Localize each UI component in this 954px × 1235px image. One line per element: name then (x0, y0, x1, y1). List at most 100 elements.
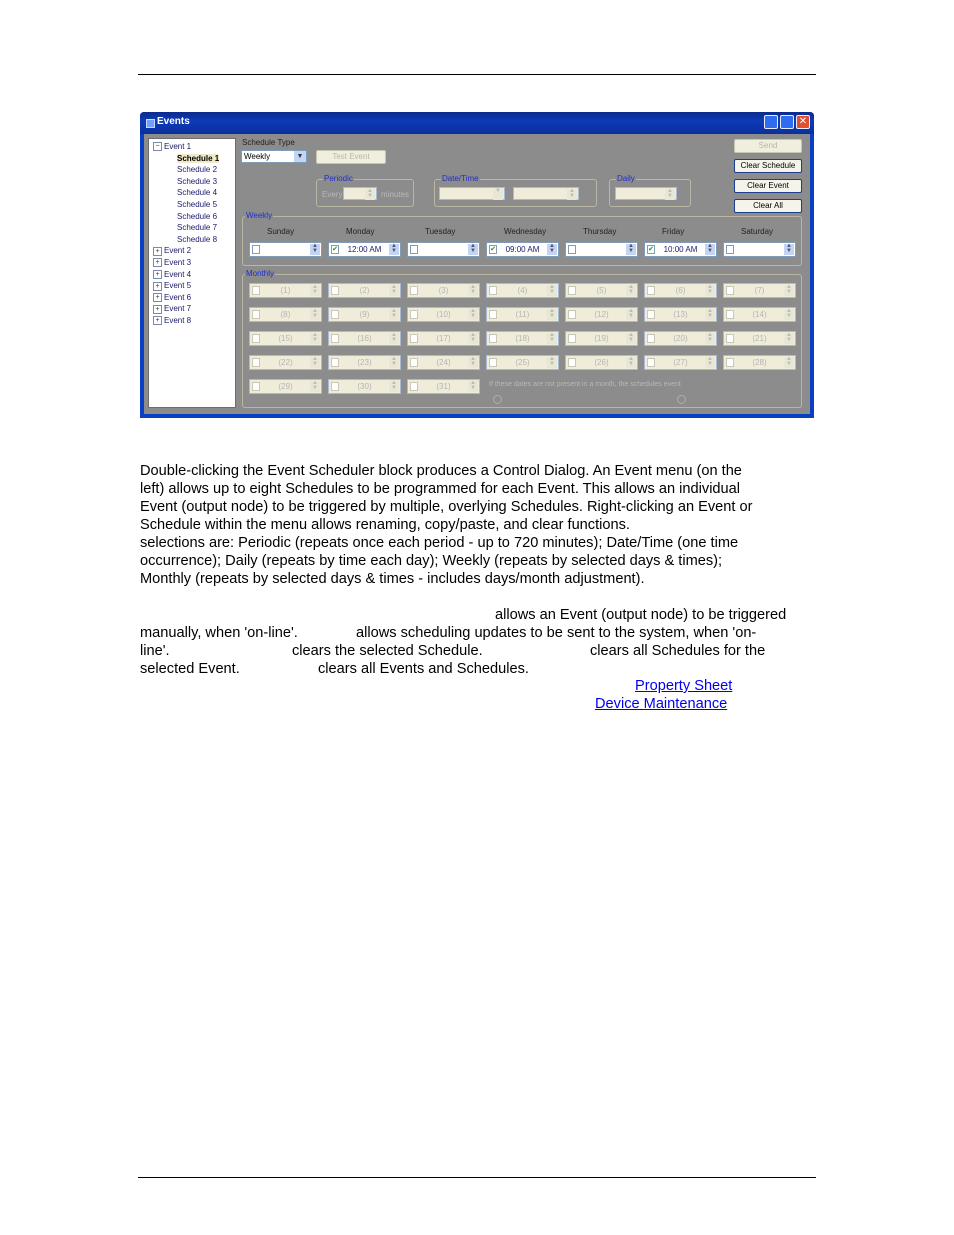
spinner-icon[interactable]: ▲ ▼ (389, 356, 399, 368)
spinner-icon[interactable]: ▲ ▼ (626, 308, 636, 320)
monthly-day-input[interactable]: (29) ▲ ▼ (249, 379, 322, 394)
spinner-icon[interactable]: ▲ ▼ (389, 243, 399, 255)
tree-event-item[interactable]: − Event 1 (153, 142, 191, 152)
monthly-day-checkbox[interactable] (331, 382, 339, 391)
tree-event-item[interactable]: + Event 2 (153, 246, 191, 256)
tree-schedule-item[interactable]: Schedule 6 (177, 212, 217, 221)
monthly-day-input[interactable]: (8) ▲ ▼ (249, 307, 322, 322)
spinner-icon[interactable]: ▲ ▼ (310, 243, 320, 255)
tree-schedule-item[interactable]: Schedule 7 (177, 223, 217, 232)
weekday-time-input[interactable]: ✔ 09:00 AM ▲ ▼ (486, 242, 559, 257)
monthly-day-checkbox[interactable] (489, 334, 497, 343)
monthly-day-checkbox[interactable] (331, 358, 339, 367)
tree-schedule-item[interactable]: Schedule 3 (177, 177, 217, 186)
spinner-icon[interactable]: ▲ ▼ (626, 356, 636, 368)
monthly-day-checkbox[interactable] (331, 286, 339, 295)
monthly-day-input[interactable]: (22) ▲ ▼ (249, 355, 322, 370)
monthly-day-input[interactable]: (3) ▲ ▼ (407, 283, 480, 298)
monthly-day-checkbox[interactable] (726, 358, 734, 367)
maximize-button[interactable] (780, 115, 794, 129)
spinner-icon[interactable]: ▲ ▼ (784, 332, 794, 344)
monthly-day-checkbox[interactable] (726, 286, 734, 295)
spinner-icon[interactable]: ▲ ▼ (310, 284, 320, 296)
monthly-day-checkbox[interactable] (410, 358, 418, 367)
monthly-option-radio-2[interactable] (677, 395, 686, 404)
weekday-checkbox[interactable]: ✔ (489, 245, 497, 254)
expand-icon[interactable]: + (153, 304, 162, 314)
monthly-day-input[interactable]: (23) ▲ ▼ (328, 355, 401, 370)
spinner-icon[interactable]: ▲ ▼ (310, 356, 320, 368)
spinner-icon[interactable]: ▲ ▼ (468, 308, 478, 320)
monthly-day-input[interactable]: (27) ▲ ▼ (644, 355, 717, 370)
spinner-icon[interactable]: ▲ ▼ (310, 380, 320, 392)
tree-event-item[interactable]: + Event 6 (153, 293, 191, 303)
weekday-time-input[interactable]: ▲ ▼ (565, 242, 638, 257)
monthly-day-checkbox[interactable] (410, 382, 418, 391)
spinner-icon[interactable]: ▲ ▼ (547, 243, 557, 255)
spinner-icon[interactable]: ▲ ▼ (784, 284, 794, 296)
monthly-day-input[interactable]: (24) ▲ ▼ (407, 355, 480, 370)
minimize-button[interactable] (764, 115, 778, 129)
spinner-icon[interactable]: ▲ ▼ (547, 284, 557, 296)
tree-event-item[interactable]: + Event 7 (153, 304, 191, 314)
monthly-day-input[interactable]: (9) ▲ ▼ (328, 307, 401, 322)
monthly-day-input[interactable]: (18) ▲ ▼ (486, 331, 559, 346)
monthly-day-checkbox[interactable] (410, 310, 418, 319)
monthly-day-input[interactable]: (28) ▲ ▼ (723, 355, 796, 370)
time-input[interactable]: ▲ ▼ (513, 187, 579, 200)
weekday-checkbox[interactable]: ✔ (647, 245, 655, 254)
spinner-icon[interactable]: ▲ ▼ (310, 332, 320, 344)
periodic-minutes-input[interactable]: ▲ ▼ (343, 187, 377, 200)
monthly-day-input[interactable]: (7) ▲ ▼ (723, 283, 796, 298)
expand-icon[interactable]: + (153, 316, 162, 326)
tree-schedule-item[interactable]: Schedule 2 (177, 165, 217, 174)
spinner-icon[interactable]: ▲ ▼ (547, 332, 557, 344)
spinner-icon[interactable]: ▲ ▼ (626, 332, 636, 344)
expand-icon[interactable]: + (153, 246, 162, 256)
weekday-checkbox[interactable]: ✔ (331, 245, 339, 254)
device-maintenance-link[interactable]: Device Maintenance (595, 696, 727, 712)
tree-event-item[interactable]: + Event 8 (153, 316, 191, 326)
monthly-day-checkbox[interactable] (568, 286, 576, 295)
monthly-day-checkbox[interactable] (568, 310, 576, 319)
weekday-checkbox[interactable] (568, 245, 576, 254)
spinner-icon[interactable]: ▲ ▼ (626, 243, 636, 255)
monthly-day-checkbox[interactable] (647, 310, 655, 319)
monthly-day-checkbox[interactable] (331, 334, 339, 343)
clear-all-button[interactable]: Clear All (734, 199, 802, 213)
expand-icon[interactable]: + (153, 258, 162, 268)
monthly-day-checkbox[interactable] (252, 286, 260, 295)
spinner-icon[interactable]: ▲ ▼ (705, 243, 715, 255)
monthly-day-input[interactable]: (11) ▲ ▼ (486, 307, 559, 322)
weekday-time-input[interactable]: ▲ ▼ (407, 242, 480, 257)
spinner-icon[interactable]: ▲ ▼ (705, 332, 715, 344)
spinner-icon[interactable]: ▲ ▼ (705, 308, 715, 320)
weekday-time-input[interactable]: ✔ 12:00 AM ▲ ▼ (328, 242, 401, 257)
monthly-day-input[interactable]: (5) ▲ ▼ (565, 283, 638, 298)
tree-schedule-item[interactable]: Schedule 4 (177, 188, 217, 197)
spinner-icon[interactable]: ▲ ▼ (389, 284, 399, 296)
monthly-day-input[interactable]: (14) ▲ ▼ (723, 307, 796, 322)
weekday-checkbox[interactable] (410, 245, 418, 254)
weekday-checkbox[interactable] (726, 245, 734, 254)
monthly-day-input[interactable]: (26) ▲ ▼ (565, 355, 638, 370)
tree-schedule-item[interactable]: Schedule 1 (177, 153, 220, 163)
monthly-day-checkbox[interactable] (252, 382, 260, 391)
weekday-time-input[interactable]: ▲ ▼ (723, 242, 796, 257)
monthly-day-input[interactable]: (21) ▲ ▼ (723, 331, 796, 346)
monthly-day-input[interactable]: (12) ▲ ▼ (565, 307, 638, 322)
monthly-day-checkbox[interactable] (410, 286, 418, 295)
monthly-option-radio-1[interactable] (493, 395, 502, 404)
expand-icon[interactable]: + (153, 281, 162, 291)
monthly-day-input[interactable]: (4) ▲ ▼ (486, 283, 559, 298)
monthly-day-input[interactable]: (31) ▲ ▼ (407, 379, 480, 394)
weekday-time-input[interactable]: ▲ ▼ (249, 242, 322, 257)
spinner-icon[interactable]: ▲ ▼ (626, 284, 636, 296)
spinner-icon[interactable]: ▲ ▼ (468, 332, 478, 344)
monthly-day-checkbox[interactable] (489, 358, 497, 367)
monthly-day-checkbox[interactable] (726, 310, 734, 319)
send-button[interactable]: Send (734, 139, 802, 153)
monthly-day-checkbox[interactable] (331, 310, 339, 319)
tree-schedule-item[interactable]: Schedule 8 (177, 235, 217, 244)
title-bar[interactable]: Events ✕ (140, 112, 814, 134)
